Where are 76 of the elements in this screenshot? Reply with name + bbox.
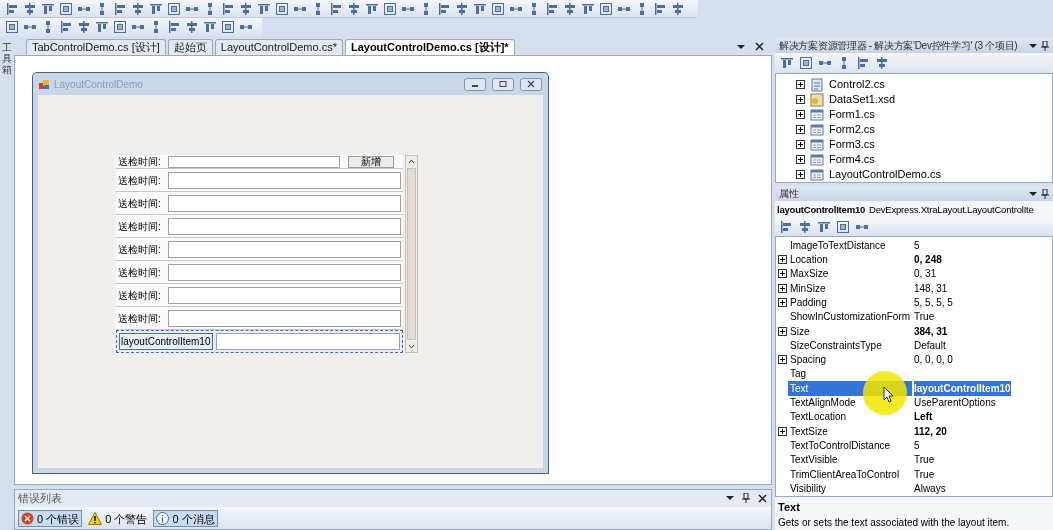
description-title: Text — [778, 499, 801, 515]
tree-item[interactable]: Form3.cs — [829, 136, 875, 153]
panel-title: 解决方案资源管理器 - 解决方案'Dev控件学习' (3 个项目) — [779, 39, 1018, 53]
layout-item[interactable]: 送检时间: 新增 — [116, 155, 403, 169]
property-value[interactable]: 112, 20 — [914, 423, 947, 439]
object-name: layoutControlItem10 — [777, 202, 866, 217]
filter-button[interactable]: 0 个警告 — [85, 510, 151, 528]
field-label: 送检时间: — [118, 173, 162, 188]
property-value[interactable]: Default — [914, 337, 946, 353]
layout-item[interactable]: 送检时间: — [116, 238, 403, 261]
document-tab[interactable]: 起始页 — [167, 39, 213, 55]
layout-item[interactable]: layoutControlItem10 — [116, 330, 403, 353]
property-name[interactable]: TrimClientAreaToControl — [788, 466, 912, 482]
property-value[interactable]: layoutControlItem10 — [914, 380, 1011, 396]
filter-button[interactable]: 0 个错误 — [18, 510, 83, 528]
field-label: 送检时间: — [118, 242, 162, 257]
object-type: DevExpress.XtraLayout.LayoutControlIte — [869, 202, 1034, 217]
tree-item[interactable]: DataSet1.xsd — [829, 91, 896, 108]
property-value[interactable]: 148, 31 — [914, 280, 948, 296]
property-value[interactable]: True — [914, 466, 935, 482]
layout-item[interactable]: 送检时间: — [116, 169, 403, 192]
property-value[interactable]: True — [914, 309, 935, 325]
tree-item[interactable]: Form1.cs — [829, 106, 875, 123]
tree-item[interactable]: LayoutControlDemo.cs — [829, 166, 941, 183]
add-button[interactable]: 新增 — [348, 155, 394, 168]
property-value[interactable]: Left — [914, 409, 933, 425]
property-value[interactable]: 5, 5, 5, 5 — [914, 295, 953, 310]
panel-title: 错误列表 — [17, 491, 63, 506]
property-name[interactable]: TextLocation — [788, 409, 912, 425]
property-name[interactable]: ImageToTextDistance — [788, 237, 912, 253]
window-title: LayoutControlDemo — [54, 77, 143, 92]
property-name[interactable]: TextToControlDistance — [788, 437, 912, 453]
tree-item[interactable]: Form4.cs — [829, 151, 875, 168]
layout-item[interactable]: 送检时间: — [116, 192, 403, 215]
property-value[interactable]: True — [914, 452, 935, 468]
property-value[interactable]: 0, 248 — [914, 252, 942, 268]
property-value[interactable]: 5 — [914, 437, 920, 453]
tree-item[interactable]: Control2.cs — [829, 76, 885, 93]
property-value[interactable]: Always — [914, 480, 946, 496]
property-name[interactable]: Visibility — [788, 480, 912, 496]
property-value[interactable]: 384, 31 — [914, 323, 948, 339]
field-label: 送检时间: — [118, 265, 162, 280]
filter-button[interactable]: 0 个消息 — [153, 510, 218, 528]
property-name[interactable]: SizeConstraintsType — [788, 337, 912, 353]
field-label: 送检时间: — [118, 196, 162, 211]
layout-item[interactable]: 送检时间: — [116, 284, 403, 307]
layout-item[interactable]: 送检时间: — [116, 215, 403, 238]
property-name[interactable]: ShowInCustomizationForm — [788, 309, 912, 325]
property-name[interactable]: TextSize — [788, 423, 912, 439]
field-label: 送检时间: — [118, 156, 162, 167]
layout-item[interactable]: 送检时间: — [116, 261, 403, 284]
document-tab[interactable]: TabControlDemo.cs [设计] — [26, 39, 166, 55]
panel-title: 属性 — [779, 187, 799, 201]
field-label: 送检时间: — [118, 288, 162, 303]
tree-item[interactable]: Form2.cs — [829, 121, 875, 138]
layout-item[interactable]: 送检时间: — [116, 307, 403, 330]
document-tab[interactable]: LayoutControlDemo.cs* — [214, 39, 343, 55]
property-name[interactable]: Location — [788, 252, 912, 268]
toolbox-tab[interactable]: 工具箱 — [2, 42, 12, 75]
property-value[interactable]: 0, 0, 0, 0 — [914, 352, 953, 368]
property-name[interactable]: MaxSize — [788, 266, 912, 282]
property-name[interactable]: Spacing — [788, 352, 912, 368]
property-name[interactable]: TextAlignMode — [788, 395, 912, 411]
property-value[interactable]: 5 — [914, 237, 920, 253]
property-name[interactable]: MinSize — [788, 280, 912, 296]
description-text: Gets or sets the text associated with the layout item. — [778, 516, 1011, 530]
property-value[interactable]: 0, 31 — [914, 266, 937, 282]
property-name[interactable]: Size — [788, 323, 912, 339]
document-tab[interactable]: LayoutControlDemo.cs [设计]* — [344, 39, 515, 55]
property-value[interactable]: UseParentOptions — [914, 395, 996, 411]
property-name[interactable]: TextVisible — [788, 452, 912, 468]
field-label: 送检时间: — [118, 219, 162, 234]
field-label: layoutControlItem10 — [119, 333, 213, 350]
field-label: 送检时间: — [118, 311, 162, 326]
property-name[interactable]: Padding — [788, 295, 912, 310]
property-name[interactable]: Tag — [788, 366, 912, 382]
